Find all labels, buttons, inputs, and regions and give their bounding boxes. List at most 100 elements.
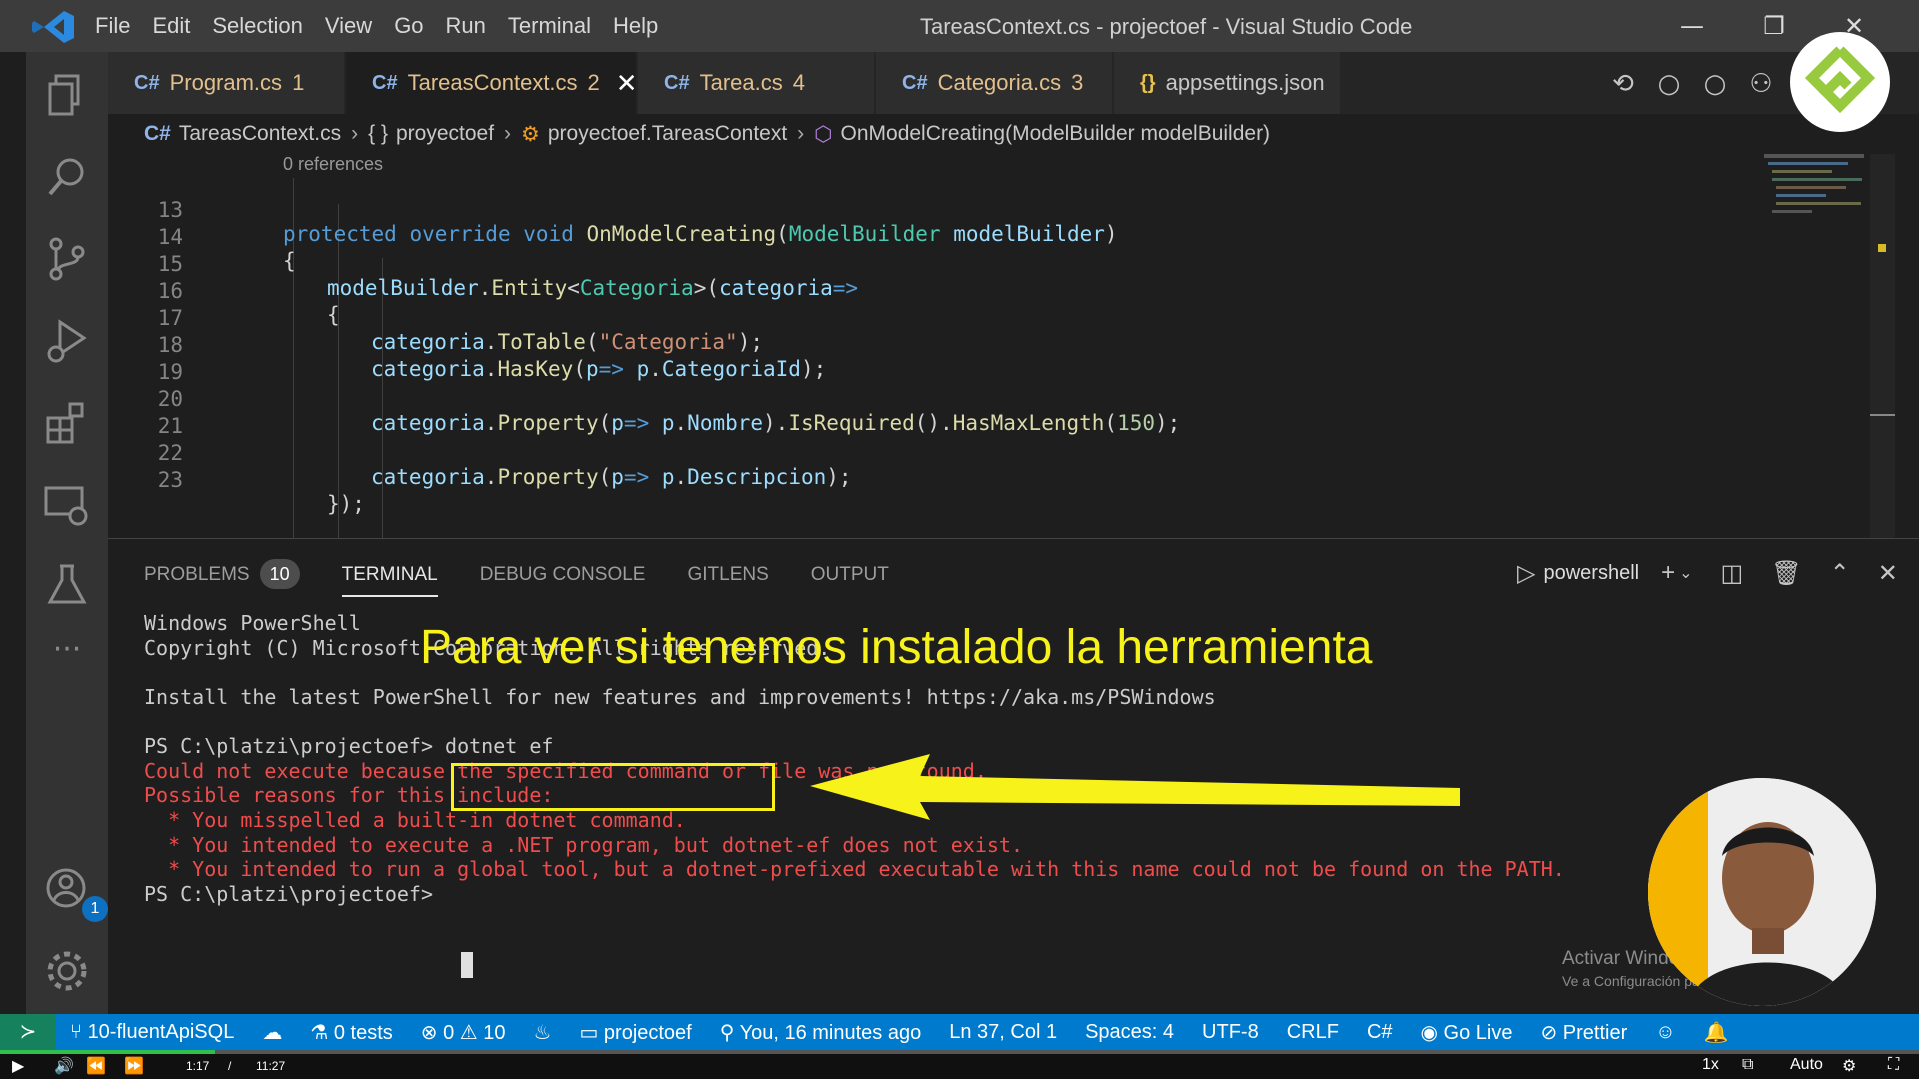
gitlens-compare-icon[interactable]: ⟲	[1600, 69, 1646, 99]
gitlens-next-icon[interactable]: ○	[1692, 69, 1738, 99]
tab-tarea-cs[interactable]: C# Tarea.cs 4	[638, 52, 874, 114]
project-status[interactable]: ▭ projectoef	[579, 1020, 691, 1045]
menu-file[interactable]: File	[95, 13, 130, 39]
terminal-prompt: PS C:\platzi\projectoef>	[144, 734, 446, 758]
tab-problems[interactable]: PROBLEMS 10	[144, 559, 300, 591]
tab-program-cs[interactable]: C# Program.cs 1	[108, 52, 344, 114]
extensions-icon[interactable]	[40, 396, 94, 450]
menu-edit[interactable]: Edit	[152, 13, 190, 39]
terminal-line: Install the latest PowerShell for new fe…	[144, 685, 1216, 709]
fullscreen-icon[interactable]: ⛶	[1888, 1056, 1899, 1074]
error-icon: ⊗	[420, 1021, 444, 1044]
yellow-arrow-icon	[810, 754, 1460, 820]
picture-in-picture-icon[interactable]: ⧉	[1742, 1056, 1753, 1074]
time-separator: /	[228, 1059, 232, 1073]
rewind-icon[interactable]: ⏪	[86, 1056, 106, 1076]
menu-help[interactable]: Help	[613, 13, 658, 39]
maximize-panel-icon[interactable]: ⌃	[1830, 559, 1850, 588]
menu-go[interactable]: Go	[394, 13, 423, 39]
menu-run[interactable]: Run	[446, 13, 486, 39]
remote-explorer-icon[interactable]	[40, 478, 94, 532]
csharp-file-icon: C#	[134, 71, 160, 94]
quality-selector[interactable]: Auto	[1790, 1056, 1823, 1074]
menu-selection[interactable]: Selection	[212, 13, 303, 39]
tab-categoria-cs[interactable]: C# Categoria.cs 3	[876, 52, 1112, 114]
search-icon[interactable]	[40, 150, 94, 204]
explorer-icon[interactable]	[40, 68, 94, 122]
notifications-bell-icon[interactable]: 🔔	[1704, 1020, 1729, 1045]
breadcrumb: C# TareasContext.cs › { } proyectoef › ⚙…	[108, 114, 1919, 154]
gitlens-history-icon[interactable]: ⚇	[1738, 69, 1784, 99]
video-player-controls: ▶ 🔊 ⏪ ⏩ 1:17 / 11:27 1x ⧉ Auto ⚙ ⛶	[0, 1050, 1919, 1079]
language-mode[interactable]: C#	[1367, 1021, 1393, 1044]
menu-terminal[interactable]: Terminal	[508, 13, 591, 39]
new-terminal-icon[interactable]: +	[1661, 559, 1675, 587]
terminal-line: Windows PowerShell	[144, 611, 361, 635]
sync-icon[interactable]: ☁	[262, 1020, 282, 1045]
player-settings-icon[interactable]: ⚙	[1842, 1056, 1856, 1076]
breadcrumb-namespace[interactable]: proyectoef	[396, 122, 494, 146]
run-debug-icon[interactable]	[40, 314, 94, 368]
breadcrumb-class[interactable]: proyectoef.TareasContext	[548, 122, 787, 146]
terminal-shell-name[interactable]: powershell	[1543, 562, 1639, 585]
tab-appsettings-json[interactable]: {} appsettings.json	[1114, 52, 1340, 114]
chevron-down-icon[interactable]: ⌄	[1679, 563, 1692, 583]
play-icon[interactable]: ▶	[12, 1056, 24, 1076]
video-progress-fill	[0, 1050, 215, 1054]
gitlens-prev-icon[interactable]: ○	[1646, 69, 1692, 99]
minimap[interactable]	[1760, 154, 1870, 538]
git-blame[interactable]: ⚲ You, 16 minutes ago	[720, 1020, 921, 1045]
trash-icon[interactable]: 🗑	[1771, 559, 1801, 588]
problems-count-badge: 10	[259, 559, 300, 589]
problems-status[interactable]: ⊗ 0 ⚠ 10	[421, 1020, 506, 1045]
terminal-error-line: * You misspelled a built-in dotnet comma…	[144, 808, 686, 832]
panel-tabs: PROBLEMS 10 TERMINAL DEBUG CONSOLE GITLEN…	[144, 559, 931, 597]
namespace-icon: { }	[368, 122, 388, 145]
testing-icon[interactable]	[40, 558, 94, 612]
end-of-line[interactable]: CRLF	[1287, 1021, 1339, 1044]
settings-gear-icon[interactable]	[40, 944, 94, 998]
total-time: 11:27	[256, 1059, 286, 1073]
feedback-icon[interactable]: ☺	[1655, 1021, 1675, 1044]
menu-bar: File Edit Selection View Go Run Terminal…	[84, 0, 669, 52]
codelens-references[interactable]: 0 references	[283, 154, 383, 175]
split-terminal-icon[interactable]: ◫	[1721, 559, 1744, 588]
editor-scrollbar[interactable]	[1870, 154, 1895, 538]
more-icon[interactable]: ···	[40, 630, 94, 684]
cursor-position[interactable]: Ln 37, Col 1	[949, 1021, 1057, 1044]
accounts-icon[interactable]: 1	[40, 862, 108, 922]
indentation[interactable]: Spaces: 4	[1085, 1021, 1174, 1044]
tab-output[interactable]: OUTPUT	[811, 559, 889, 591]
close-tab-icon[interactable]: ✕	[616, 68, 638, 99]
flame-icon[interactable]: ♨	[534, 1020, 552, 1045]
csharp-file-icon: C#	[372, 71, 398, 94]
remote-indicator-icon[interactable]: ≻	[0, 1014, 56, 1050]
restore-icon[interactable]: ❐	[1754, 8, 1794, 44]
tab-terminal[interactable]: TERMINAL	[341, 559, 438, 597]
playback-speed[interactable]: 1x	[1702, 1056, 1719, 1074]
git-branch[interactable]: ⑂ 10-fluentApiSQL	[70, 1021, 234, 1044]
close-panel-icon[interactable]: ✕	[1878, 559, 1898, 588]
flask-icon: ⚗	[310, 1021, 334, 1044]
fast-forward-icon[interactable]: ⏩	[124, 1056, 144, 1076]
minimize-icon[interactable]: —	[1672, 8, 1712, 44]
window-title: TareasContext.cs - projectoef - Visual S…	[920, 14, 1413, 39]
encoding[interactable]: UTF-8	[1202, 1021, 1259, 1044]
class-icon: ⚙	[521, 122, 540, 146]
go-live-button[interactable]: ◉ Go Live	[1421, 1020, 1513, 1045]
breadcrumb-file[interactable]: TareasContext.cs	[179, 122, 341, 146]
tab-gitlens[interactable]: GITLENS	[687, 559, 768, 591]
volume-icon[interactable]: 🔊	[54, 1056, 74, 1076]
video-progress-track[interactable]	[0, 1050, 1919, 1054]
tab-debug-console[interactable]: DEBUG CONSOLE	[480, 559, 646, 591]
chevron-right-icon: ›	[797, 122, 805, 145]
prettier-status[interactable]: ⊘ Prettier	[1540, 1020, 1627, 1045]
source-control-icon[interactable]	[40, 232, 94, 286]
breadcrumb-method[interactable]: OnModelCreating(ModelBuilder modelBuilde…	[841, 122, 1271, 146]
tab-tareascontext-cs[interactable]: C# TareasContext.cs 2 ✕	[346, 52, 638, 114]
highlight-box	[451, 763, 775, 811]
menu-view[interactable]: View	[325, 13, 372, 39]
test-status[interactable]: ⚗ 0 tests	[310, 1020, 392, 1045]
code-editor[interactable]: 0 references 13 protected override void …	[108, 154, 1868, 538]
vscode-logo-icon	[32, 11, 74, 43]
